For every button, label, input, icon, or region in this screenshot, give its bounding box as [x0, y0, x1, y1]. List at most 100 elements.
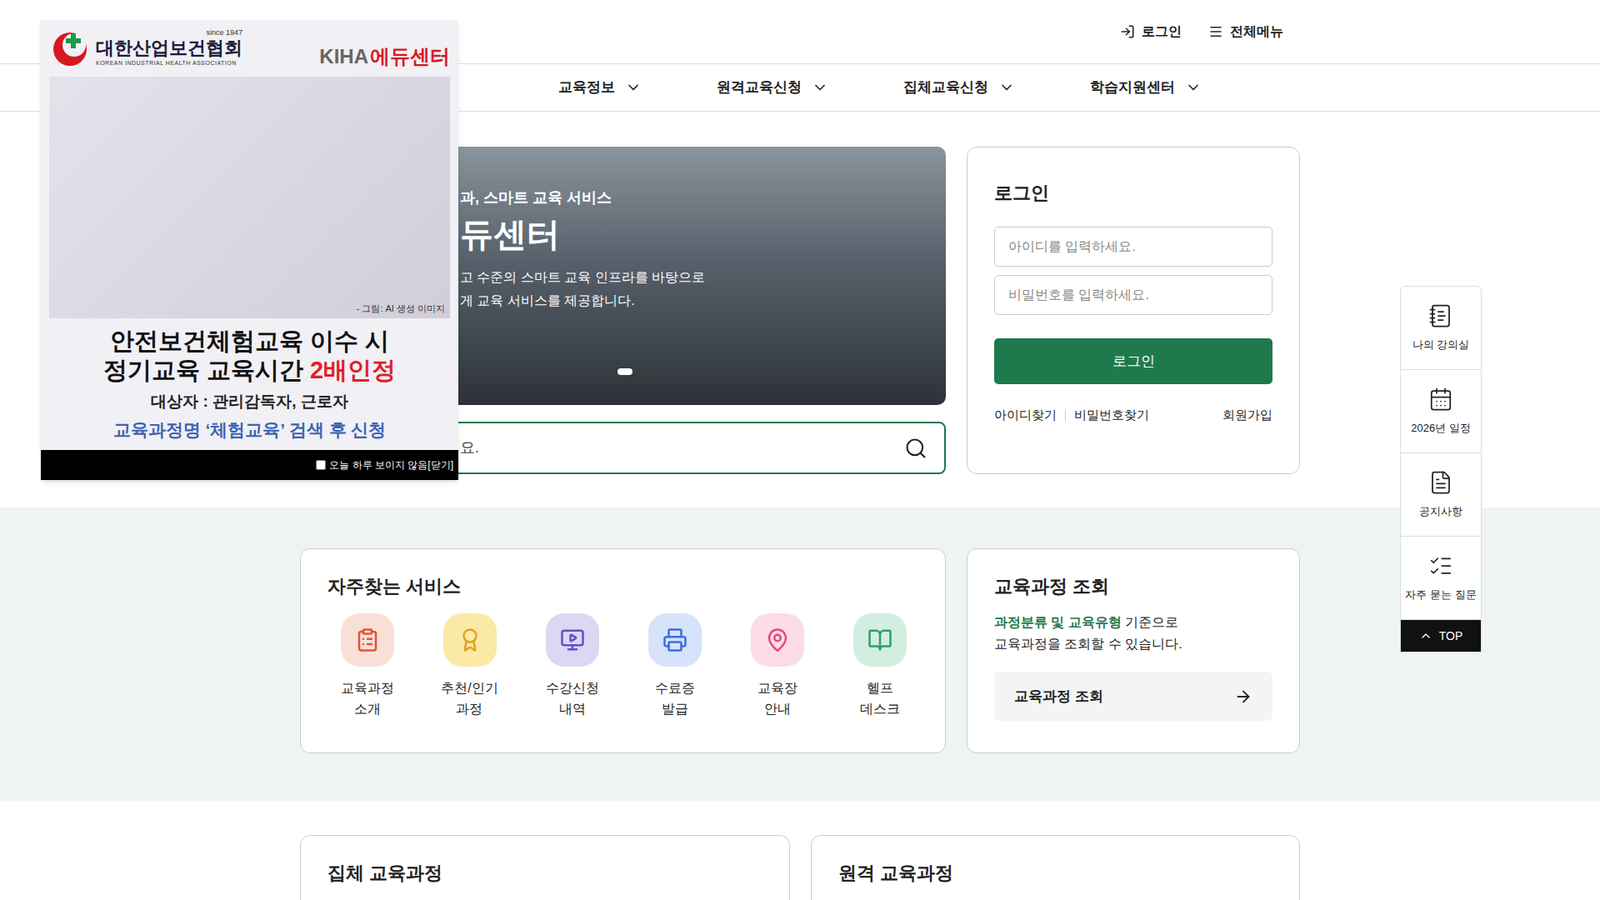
quick-menu-icon	[1428, 386, 1454, 412]
service-item[interactable]: 추천/인기과정	[418, 613, 521, 720]
dismiss-today-checkbox[interactable]	[315, 460, 326, 470]
password-input[interactable]	[994, 275, 1273, 315]
hero-text: 고 수준의 스마트 교육 인프라를 바탕으로	[460, 267, 946, 288]
course-lists: 집체 교육과정 원격 교육과정	[300, 835, 1300, 900]
services-band: 자주찾는 서비스교육과정소개추천/인기과정수강신청내역수료증발급교육장안내헬프데…	[0, 507, 1600, 801]
join-link[interactable]: 회원가입	[1222, 405, 1273, 425]
quick-menu-item[interactable]: 자주 묻는 질문	[1400, 536, 1481, 620]
slide-dot[interactable]	[605, 368, 613, 375]
search-input[interactable]	[460, 436, 905, 460]
association-logo-icon	[49, 26, 91, 69]
quick-menu-icon	[1428, 553, 1454, 579]
hero-title: 듀센터	[460, 212, 946, 256]
hero-subtitle: 과, 스마트 교육 서비스	[460, 186, 946, 210]
find-password-link[interactable]: 비밀번호찾기	[1074, 405, 1150, 425]
menu-icon	[1208, 24, 1224, 40]
search-icon[interactable]	[904, 436, 928, 460]
page: 로그인 전체메뉴교육정보 원격교육신청 집체교육신청 학습지원센터과, 스마트 교육 서…	[0, 0, 1600, 900]
login-icon	[1120, 24, 1135, 40]
service-icon	[560, 627, 585, 653]
promo-popup: since 1947대한산업보건협회KOREAN INDUSTRIAL HEAL…	[40, 20, 459, 480]
brand-edu: 에듀센터	[370, 41, 450, 72]
course-list-card: 집체 교육과정	[300, 835, 790, 900]
popup-footer: 오늘 하루 보이지 않음[닫기]	[40, 450, 459, 480]
service-item[interactable]: 수강신청내역	[520, 613, 624, 720]
popup-headline: 안전보건체험교육 이수 시	[110, 326, 390, 356]
id-input[interactable]	[994, 226, 1273, 267]
popup-logo-row: since 1947대한산업보건협회KOREAN INDUSTRIAL HEAL…	[40, 20, 459, 72]
service-icon-bg	[853, 613, 907, 667]
top-button[interactable]: TOP	[1400, 620, 1481, 652]
nav-item[interactable]: 교육정보	[558, 76, 642, 99]
org-name-en: KOREAN INDUSTRIAL HEALTH ASSOCIATION	[95, 59, 243, 69]
services-title: 자주찾는 서비스	[300, 572, 945, 600]
service-label: 발급	[661, 699, 689, 720]
service-icon	[867, 627, 893, 653]
chevron-down-icon	[811, 79, 829, 96]
login-title: 로그인	[994, 179, 1273, 207]
service-label: 과정	[455, 699, 483, 720]
service-label: 추천/인기	[440, 678, 498, 700]
quick-menu-item[interactable]: 공지사항	[1400, 453, 1481, 537]
service-icon	[662, 627, 688, 653]
nav-item[interactable]: 집체교육신청	[903, 76, 1015, 99]
course-search-title: 교육과정 조회	[994, 572, 1273, 600]
service-label: 내역	[559, 699, 586, 720]
arrow-right-icon	[1234, 687, 1253, 706]
service-item[interactable]: 수료증발급	[623, 613, 726, 720]
quick-menu-icon	[1428, 470, 1454, 495]
service-icon-bg	[545, 613, 600, 667]
org-name: 대한산업보건협회	[95, 38, 243, 59]
quick-menu: 나의 강의실2026년 일정공지사항자주 묻는 질문TOP	[1400, 285, 1482, 653]
service-icon-bg	[340, 613, 395, 667]
since-text: since 1947	[205, 27, 243, 40]
course-list-title: 원격 교육과정	[838, 859, 1274, 887]
course-list-title: 집체 교육과정	[327, 859, 763, 887]
popup-guide: 교육과정명 ‘체험교육’ 검색 후 신청	[113, 416, 387, 444]
service-label: 교육장	[757, 678, 798, 700]
service-icon-bg	[443, 613, 497, 667]
service-icon	[765, 627, 790, 653]
service-item[interactable]: 교육장안내	[725, 613, 829, 720]
login-link[interactable]: 로그인	[1120, 21, 1182, 42]
quick-menu-item[interactable]: 나의 강의실	[1400, 286, 1481, 370]
nav-item[interactable]: 원격교육신청	[716, 76, 829, 99]
service-item[interactable]: 교육과정소개	[315, 613, 419, 720]
chevron-up-icon	[1419, 629, 1433, 643]
services-card: 자주찾는 서비스교육과정소개추천/인기과정수강신청내역수료증발급교육장안내헬프데…	[300, 548, 946, 754]
service-label: 수강신청	[545, 678, 600, 700]
service-icon-bg	[750, 613, 805, 667]
dismiss-today-label[interactable]: 오늘 하루 보이지 않음[닫기]	[329, 457, 454, 473]
slide-dot[interactable]	[649, 368, 656, 375]
slide-dot[interactable]	[637, 368, 645, 375]
course-list-card: 원격 교육과정	[810, 835, 1301, 900]
chevron-down-icon	[998, 79, 1015, 96]
service-icon	[457, 627, 483, 653]
service-label: 교육과정	[340, 678, 395, 700]
course-search-desc: 과정분류 및 교육유형 기준으로교육과정을 조회할 수 있습니다.	[994, 611, 1273, 655]
slide-dots	[605, 368, 946, 375]
quick-menu-icon	[1428, 303, 1454, 329]
service-icon-bg	[648, 613, 702, 667]
login-box: 로그인로그인아이디찾기비밀번호찾기회원가입	[966, 146, 1300, 475]
divider	[1065, 409, 1066, 421]
service-label: 수료증	[655, 678, 695, 700]
course-search-button[interactable]: 교육과정 조회	[994, 671, 1273, 721]
chevron-down-icon	[1185, 79, 1202, 96]
service-label: 안내	[764, 699, 791, 720]
login-button[interactable]: 로그인	[994, 338, 1273, 385]
all-menu-button[interactable]: 전체메뉴	[1208, 21, 1284, 42]
slide-dot[interactable]	[617, 368, 633, 375]
illustration-caption: - 그림: AI 생성 이미지	[356, 301, 445, 316]
course-search-card: 교육과정 조회과정분류 및 교육유형 기준으로교육과정을 조회할 수 있습니다.…	[966, 548, 1300, 754]
hero-text: 게 교육 서비스를 제공합니다.	[460, 290, 946, 311]
popup-headline: 정기교육 교육시간 2배인정	[103, 355, 396, 385]
service-icon	[355, 627, 380, 653]
service-label: 헬프	[866, 678, 894, 700]
find-id-link[interactable]: 아이디찾기	[994, 405, 1057, 425]
nav-item[interactable]: 학습지원센터	[1090, 76, 1202, 99]
quick-menu-item[interactable]: 2026년 일정	[1400, 370, 1481, 454]
service-label: 소개	[354, 699, 381, 720]
service-item[interactable]: 헬프데스크	[828, 613, 931, 720]
popup-target: 대상자 : 관리감독자, 근로자	[150, 390, 348, 415]
